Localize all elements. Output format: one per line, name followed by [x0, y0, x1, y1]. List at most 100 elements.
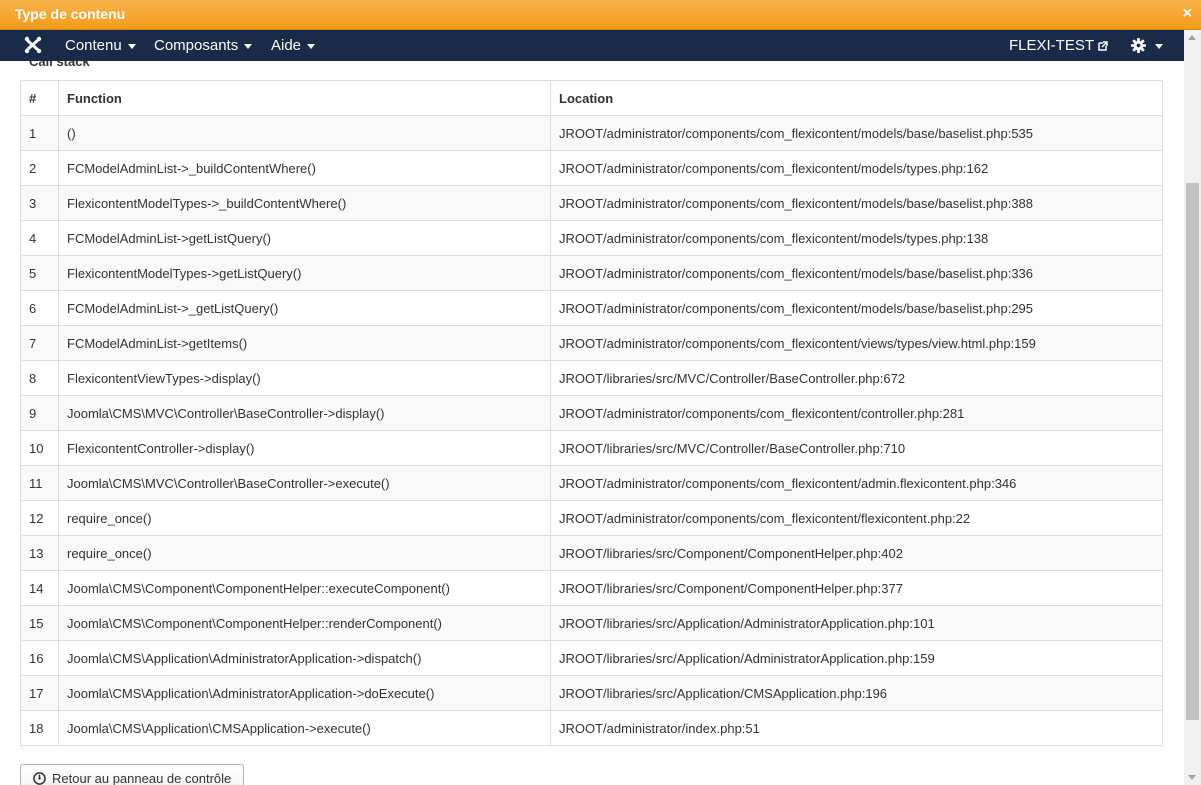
cell-num: 1 — [20, 115, 59, 151]
cell-function: FlexicontentModelTypes->_buildContentWhe… — [58, 185, 551, 221]
cell-function: FlexicontentViewTypes->display() — [58, 360, 551, 396]
cell-function: FCModelAdminList->getListQuery() — [58, 220, 551, 256]
cell-function: Joomla\CMS\MVC\Controller\BaseController… — [58, 465, 551, 501]
table-row: 18 Joomla\CMS\Application\CMSApplication-… — [20, 710, 1163, 746]
back-to-control-panel-button[interactable]: Retour au panneau de contrôle — [20, 764, 245, 785]
table-row: 7 FCModelAdminList->getItems() JROOT/admin… — [20, 325, 1163, 361]
cell-location: JROOT/libraries/src/Application/Administ… — [550, 605, 1163, 641]
cell-num: 18 — [20, 710, 59, 746]
cell-num: 4 — [20, 220, 59, 256]
cell-num: 15 — [20, 605, 59, 641]
cell-num: 7 — [20, 325, 59, 361]
main-content: Call stack # Function Location 1() JROOT/… — [0, 61, 1184, 785]
menu-aide-label: Aide — [271, 37, 302, 54]
chevron-down-icon — [244, 43, 253, 49]
close-icon[interactable]: × — [1183, 5, 1192, 23]
call-stack-rows: 1() JROOT/administrator/components/com_fl… — [20, 115, 1163, 746]
cell-location: JROOT/administrator/components/com_flexi… — [550, 465, 1163, 501]
modal-title: Type de contenu — [15, 6, 126, 22]
cell-function: Joomla\CMS\Component\ComponentHelper::ex… — [58, 570, 551, 606]
table-row: 1() JROOT/administrator/components/com_fl… — [20, 115, 1163, 151]
cell-location: JROOT/administrator/components/com_flexi… — [550, 150, 1163, 186]
cell-location: JROOT/libraries/src/Component/ComponentH… — [550, 535, 1163, 571]
table-row: 6 FCModelAdminList->_getListQuery() JROOT/… — [20, 290, 1163, 326]
cell-num: 2 — [20, 150, 59, 186]
cell-location: JROOT/administrator/index.php:51 — [550, 710, 1163, 746]
vertical-scrollbar[interactable] — [1184, 30, 1201, 785]
menu-contenu-label: Contenu — [65, 37, 122, 54]
column-header-num: # — [20, 80, 59, 116]
table-row: 10 FlexicontentController->display() JROOT… — [20, 430, 1163, 466]
table-row: 4 FCModelAdminList->getListQuery() JROOT/a… — [20, 220, 1163, 256]
cell-location: JROOT/administrator/components/com_flexi… — [550, 115, 1163, 151]
scrollbar-thumb[interactable] — [1186, 183, 1199, 720]
scroll-down-icon[interactable] — [1188, 775, 1196, 780]
chevron-down-icon[interactable] — [1155, 44, 1163, 49]
menu-contenu[interactable]: Contenu — [65, 37, 136, 54]
table-row: 15 Joomla\CMS\Component\ComponentHelper::… — [20, 605, 1163, 641]
cell-function: FCModelAdminList->_buildContentWhere() — [58, 150, 551, 186]
cell-location: JROOT/administrator/components/com_flexi… — [550, 220, 1163, 256]
cell-location: JROOT/libraries/src/MVC/Controller/BaseC… — [550, 430, 1163, 466]
cell-num: 11 — [20, 465, 59, 501]
table-row: 2 FCModelAdminList->_buildContentWhere() J… — [20, 150, 1163, 186]
joomla-logo-icon[interactable] — [24, 36, 42, 54]
gear-icon[interactable] — [1131, 38, 1146, 53]
cell-location: JROOT/administrator/components/com_flexi… — [550, 325, 1163, 361]
admin-navbar: Contenu Composants Aide FLEXI-TEST — [0, 30, 1184, 61]
cell-num: 8 — [20, 360, 59, 396]
cell-function: FCModelAdminList->_getListQuery() — [58, 290, 551, 326]
table-row: 14 Joomla\CMS\Component\ComponentHelper::… — [20, 570, 1163, 606]
cell-num: 6 — [20, 290, 59, 326]
cell-location: JROOT/administrator/components/com_flexi… — [550, 185, 1163, 221]
cell-function: Joomla\CMS\Application\AdministratorAppl… — [58, 640, 551, 676]
cell-function: FlexicontentModelTypes->getListQuery() — [58, 255, 551, 291]
dashboard-icon — [33, 771, 46, 785]
cell-num: 16 — [20, 640, 59, 676]
table-row: 11 Joomla\CMS\MVC\Controller\BaseControll… — [20, 465, 1163, 501]
cell-location: JROOT/administrator/components/com_flexi… — [550, 500, 1163, 536]
cell-location: JROOT/administrator/components/com_flexi… — [550, 395, 1163, 431]
cell-num: 14 — [20, 570, 59, 606]
table-row: 8 FlexicontentViewTypes->display() JROOT/l… — [20, 360, 1163, 396]
cell-function: require_once() — [58, 535, 551, 571]
table-row: 12 require_once() JROOT/administrator/comp… — [20, 500, 1163, 536]
cell-function: Joomla\CMS\Application\CMSApplication->e… — [58, 710, 551, 746]
external-link-icon — [1098, 41, 1108, 51]
chevron-down-icon — [127, 43, 136, 49]
cell-function: require_once() — [58, 500, 551, 536]
cell-num: 3 — [20, 185, 59, 221]
site-link-label: FLEXI-TEST — [1009, 37, 1095, 54]
site-link[interactable]: FLEXI-TEST — [1009, 37, 1108, 54]
scroll-up-icon[interactable] — [1188, 35, 1196, 40]
cell-location: JROOT/libraries/src/Application/CMSAppli… — [550, 675, 1163, 711]
call-stack-table: # Function Location 1() JROOT/administrat… — [20, 80, 1163, 746]
column-header-function: Function — [58, 80, 551, 116]
cell-function: FCModelAdminList->getItems() — [58, 325, 551, 361]
table-row: 13 require_once() JROOT/libraries/src/Comp… — [20, 535, 1163, 571]
table-row: 3 FlexicontentModelTypes->_buildContentWh… — [20, 185, 1163, 221]
call-stack-heading: Call stack — [29, 61, 90, 69]
cell-num: 17 — [20, 675, 59, 711]
table-row: 5 FlexicontentModelTypes->getListQuery() J… — [20, 255, 1163, 291]
cell-location: JROOT/libraries/src/MVC/Controller/BaseC… — [550, 360, 1163, 396]
cell-function: FlexicontentController->display() — [58, 430, 551, 466]
chevron-down-icon — [307, 43, 316, 49]
column-header-location: Location — [550, 80, 1163, 116]
cell-num: 10 — [20, 430, 59, 466]
cell-num: 5 — [20, 255, 59, 291]
cell-function: Joomla\CMS\Application\AdministratorAppl… — [58, 675, 551, 711]
cell-function: () — [58, 115, 551, 151]
cell-location: JROOT/libraries/src/Application/Administ… — [550, 640, 1163, 676]
cell-location: JROOT/administrator/components/com_flexi… — [550, 255, 1163, 291]
cell-num: 12 — [20, 500, 59, 536]
cell-function: Joomla\CMS\Component\ComponentHelper::re… — [58, 605, 551, 641]
table-row: 16 Joomla\CMS\Application\AdministratorAp… — [20, 640, 1163, 676]
menu-aide[interactable]: Aide — [271, 37, 316, 54]
menu-composants[interactable]: Composants — [154, 37, 253, 54]
cell-num: 9 — [20, 395, 59, 431]
cell-function: Joomla\CMS\MVC\Controller\BaseController… — [58, 395, 551, 431]
table-row: 9 Joomla\CMS\MVC\Controller\BaseControlle… — [20, 395, 1163, 431]
table-row: 17 Joomla\CMS\Application\AdministratorAp… — [20, 675, 1163, 711]
back-button-label: Retour au panneau de contrôle — [52, 770, 232, 785]
